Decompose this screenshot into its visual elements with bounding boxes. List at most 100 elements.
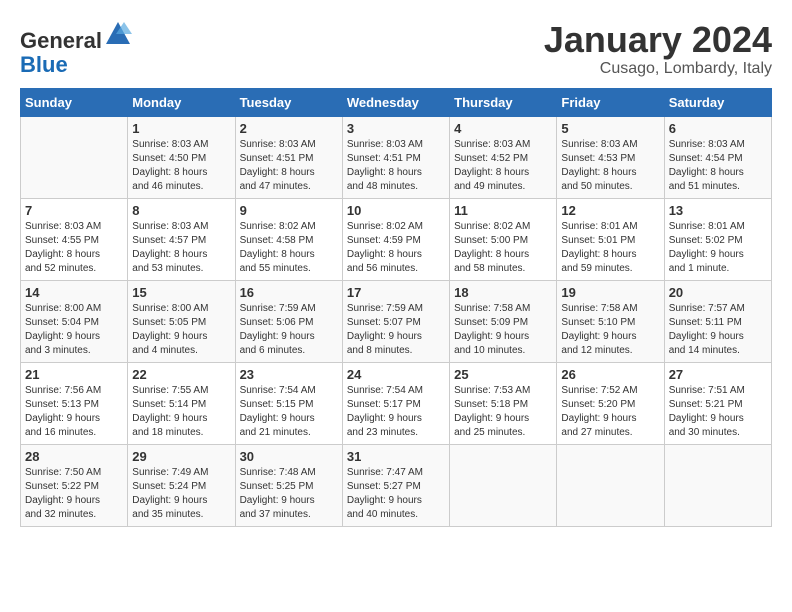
day-info: Sunrise: 8:00 AMSunset: 5:04 PMDaylight:… bbox=[25, 302, 123, 358]
day-info: Sunrise: 7:59 AMSunset: 5:07 PMDaylight:… bbox=[347, 302, 445, 358]
day-info: Sunrise: 8:03 AMSunset: 4:57 PMDaylight:… bbox=[132, 220, 230, 276]
day-number: 31 bbox=[347, 449, 445, 464]
day-info: Sunrise: 8:01 AMSunset: 5:02 PMDaylight:… bbox=[669, 220, 767, 276]
calendar-cell: 10 Sunrise: 8:02 AMSunset: 4:59 PMDayligh… bbox=[342, 198, 449, 280]
month-title: January 2024 bbox=[544, 20, 772, 60]
calendar-cell: 17 Sunrise: 7:59 AMSunset: 5:07 PMDayligh… bbox=[342, 280, 449, 362]
header-wednesday: Wednesday bbox=[342, 88, 449, 116]
day-number: 19 bbox=[561, 285, 659, 300]
day-number: 10 bbox=[347, 203, 445, 218]
logo-blue-text: Blue bbox=[20, 52, 68, 77]
day-info: Sunrise: 8:03 AMSunset: 4:51 PMDaylight:… bbox=[240, 138, 338, 194]
header-sunday: Sunday bbox=[21, 88, 128, 116]
day-info: Sunrise: 7:59 AMSunset: 5:06 PMDaylight:… bbox=[240, 302, 338, 358]
calendar-cell: 16 Sunrise: 7:59 AMSunset: 5:06 PMDayligh… bbox=[235, 280, 342, 362]
location-subtitle: Cusago, Lombardy, Italy bbox=[544, 60, 772, 78]
day-number: 25 bbox=[454, 367, 552, 382]
header-saturday: Saturday bbox=[664, 88, 771, 116]
day-number: 5 bbox=[561, 121, 659, 136]
day-info: Sunrise: 7:52 AMSunset: 5:20 PMDaylight:… bbox=[561, 384, 659, 440]
calendar-cell: 6Sunrise: 8:03 AMSunset: 4:54 PMDaylight… bbox=[664, 116, 771, 198]
day-number: 24 bbox=[347, 367, 445, 382]
calendar-cell: 3Sunrise: 8:03 AMSunset: 4:51 PMDaylight… bbox=[342, 116, 449, 198]
calendar-cell: 26 Sunrise: 7:52 AMSunset: 5:20 PMDayligh… bbox=[557, 362, 664, 444]
day-number: 12 bbox=[561, 203, 659, 218]
day-number: 13 bbox=[669, 203, 767, 218]
day-number: 20 bbox=[669, 285, 767, 300]
page-header: General Blue January 2024 Cusago, Lombar… bbox=[20, 20, 772, 78]
day-info: Sunrise: 8:02 AMSunset: 4:59 PMDaylight:… bbox=[347, 220, 445, 276]
day-number: 28 bbox=[25, 449, 123, 464]
calendar-cell: 18Sunrise: 7:58 AMSunset: 5:09 PMDayligh… bbox=[450, 280, 557, 362]
week-row-5: 28 Sunrise: 7:50 AMSunset: 5:22 PMDayligh… bbox=[21, 444, 772, 526]
day-info: Sunrise: 7:58 AMSunset: 5:10 PMDaylight:… bbox=[561, 302, 659, 358]
day-info: Sunrise: 8:03 AMSunset: 4:54 PMDaylight:… bbox=[669, 138, 767, 194]
calendar-cell: 22Sunrise: 7:55 AMSunset: 5:14 PMDayligh… bbox=[128, 362, 235, 444]
day-number: 11 bbox=[454, 203, 552, 218]
day-info: Sunrise: 8:03 AMSunset: 4:51 PMDaylight:… bbox=[347, 138, 445, 194]
calendar-cell: 30 Sunrise: 7:48 AMSunset: 5:25 PMDayligh… bbox=[235, 444, 342, 526]
day-info: Sunrise: 7:56 AMSunset: 5:13 PMDaylight:… bbox=[25, 384, 123, 440]
week-row-4: 21 Sunrise: 7:56 AMSunset: 5:13 PMDayligh… bbox=[21, 362, 772, 444]
day-info: Sunrise: 7:53 AMSunset: 5:18 PMDaylight:… bbox=[454, 384, 552, 440]
calendar-cell: 4 Sunrise: 8:03 AMSunset: 4:52 PMDaylight… bbox=[450, 116, 557, 198]
day-number: 18 bbox=[454, 285, 552, 300]
calendar-cell: 28 Sunrise: 7:50 AMSunset: 5:22 PMDayligh… bbox=[21, 444, 128, 526]
calendar-cell: 1Sunrise: 8:03 AMSunset: 4:50 PMDaylight… bbox=[128, 116, 235, 198]
day-info: Sunrise: 8:02 AMSunset: 4:58 PMDaylight:… bbox=[240, 220, 338, 276]
day-info: Sunrise: 7:55 AMSunset: 5:14 PMDaylight:… bbox=[132, 384, 230, 440]
day-info: Sunrise: 8:01 AMSunset: 5:01 PMDaylight:… bbox=[561, 220, 659, 276]
calendar-cell: 12 Sunrise: 8:01 AMSunset: 5:01 PMDayligh… bbox=[557, 198, 664, 280]
day-info: Sunrise: 8:03 AMSunset: 4:55 PMDaylight:… bbox=[25, 220, 123, 276]
calendar-cell: 5 Sunrise: 8:03 AMSunset: 4:53 PMDaylight… bbox=[557, 116, 664, 198]
day-number: 2 bbox=[240, 121, 338, 136]
logo: General Blue bbox=[20, 20, 132, 77]
day-number: 21 bbox=[25, 367, 123, 382]
calendar-cell: 2 Sunrise: 8:03 AMSunset: 4:51 PMDaylight… bbox=[235, 116, 342, 198]
calendar-table: SundayMondayTuesdayWednesdayThursdayFrid… bbox=[20, 88, 772, 527]
header-monday: Monday bbox=[128, 88, 235, 116]
day-info: Sunrise: 7:51 AMSunset: 5:21 PMDaylight:… bbox=[669, 384, 767, 440]
week-row-2: 7 Sunrise: 8:03 AMSunset: 4:55 PMDaylight… bbox=[21, 198, 772, 280]
day-number: 26 bbox=[561, 367, 659, 382]
header-friday: Friday bbox=[557, 88, 664, 116]
calendar-cell: 31 Sunrise: 7:47 AMSunset: 5:27 PMDayligh… bbox=[342, 444, 449, 526]
day-info: Sunrise: 7:57 AMSunset: 5:11 PMDaylight:… bbox=[669, 302, 767, 358]
calendar-cell: 7 Sunrise: 8:03 AMSunset: 4:55 PMDaylight… bbox=[21, 198, 128, 280]
title-block: January 2024 Cusago, Lombardy, Italy bbox=[544, 20, 772, 78]
day-info: Sunrise: 7:48 AMSunset: 5:25 PMDaylight:… bbox=[240, 466, 338, 522]
day-number: 16 bbox=[240, 285, 338, 300]
calendar-cell: 27 Sunrise: 7:51 AMSunset: 5:21 PMDayligh… bbox=[664, 362, 771, 444]
day-info: Sunrise: 7:47 AMSunset: 5:27 PMDaylight:… bbox=[347, 466, 445, 522]
day-info: Sunrise: 7:49 AMSunset: 5:24 PMDaylight:… bbox=[132, 466, 230, 522]
day-number: 9 bbox=[240, 203, 338, 218]
day-number: 7 bbox=[25, 203, 123, 218]
day-number: 23 bbox=[240, 367, 338, 382]
calendar-cell: 21 Sunrise: 7:56 AMSunset: 5:13 PMDayligh… bbox=[21, 362, 128, 444]
day-number: 27 bbox=[669, 367, 767, 382]
day-number: 14 bbox=[25, 285, 123, 300]
day-info: Sunrise: 7:50 AMSunset: 5:22 PMDaylight:… bbox=[25, 466, 123, 522]
calendar-cell bbox=[664, 444, 771, 526]
day-number: 30 bbox=[240, 449, 338, 464]
week-row-1: 1Sunrise: 8:03 AMSunset: 4:50 PMDaylight… bbox=[21, 116, 772, 198]
header-thursday: Thursday bbox=[450, 88, 557, 116]
day-number: 15 bbox=[132, 285, 230, 300]
calendar-cell: 20 Sunrise: 7:57 AMSunset: 5:11 PMDayligh… bbox=[664, 280, 771, 362]
day-info: Sunrise: 8:03 AMSunset: 4:52 PMDaylight:… bbox=[454, 138, 552, 194]
day-info: Sunrise: 8:02 AMSunset: 5:00 PMDaylight:… bbox=[454, 220, 552, 276]
day-info: Sunrise: 8:03 AMSunset: 4:50 PMDaylight:… bbox=[132, 138, 230, 194]
day-info: Sunrise: 7:54 AMSunset: 5:15 PMDaylight:… bbox=[240, 384, 338, 440]
calendar-cell: 8 Sunrise: 8:03 AMSunset: 4:57 PMDaylight… bbox=[128, 198, 235, 280]
day-number: 17 bbox=[347, 285, 445, 300]
calendar-cell: 24 Sunrise: 7:54 AMSunset: 5:17 PMDayligh… bbox=[342, 362, 449, 444]
calendar-cell: 13 Sunrise: 8:01 AMSunset: 5:02 PMDayligh… bbox=[664, 198, 771, 280]
logo-general-text: General bbox=[20, 28, 102, 53]
day-info: Sunrise: 8:03 AMSunset: 4:53 PMDaylight:… bbox=[561, 138, 659, 194]
day-number: 4 bbox=[454, 121, 552, 136]
day-info: Sunrise: 7:54 AMSunset: 5:17 PMDaylight:… bbox=[347, 384, 445, 440]
day-number: 8 bbox=[132, 203, 230, 218]
calendar-cell: 9 Sunrise: 8:02 AMSunset: 4:58 PMDaylight… bbox=[235, 198, 342, 280]
calendar-cell: 29Sunrise: 7:49 AMSunset: 5:24 PMDayligh… bbox=[128, 444, 235, 526]
calendar-cell: 14 Sunrise: 8:00 AMSunset: 5:04 PMDayligh… bbox=[21, 280, 128, 362]
